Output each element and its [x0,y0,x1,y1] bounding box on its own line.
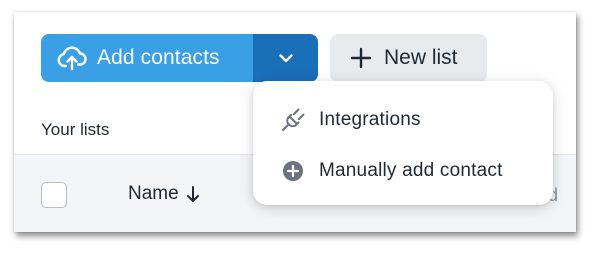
plug-icon [280,107,306,133]
menu-item-integrations-label: Integrations [319,109,421,130]
new-list-label: New list [384,46,458,69]
add-contacts-dropdown-menu: Integrations Manually add contact [253,81,553,205]
chevron-down-icon [277,49,295,67]
menu-item-manually-add-contact[interactable]: Manually add contact [253,148,553,194]
column-header-name[interactable]: Name [128,183,201,205]
column-header-name-label: Name [128,183,179,204]
add-contacts-split-button: Add contacts [41,34,318,82]
menu-item-integrations[interactable]: Integrations [253,97,553,143]
sort-arrow-down-icon [185,185,201,203]
menu-item-manually-add-contact-label: Manually add contact [319,160,503,181]
plus-icon [350,47,372,69]
new-list-button[interactable]: New list [330,34,487,82]
screen-frame: Add contacts New list Your lists Name In… [14,12,576,232]
add-contacts-dropdown-toggle[interactable] [253,34,318,82]
add-contacts-button[interactable]: Add contacts [41,34,253,82]
select-all-checkbox[interactable] [41,182,67,208]
cloud-upload-icon [55,41,89,75]
section-title: Your lists [41,120,110,139]
plus-circle-icon [280,158,306,184]
add-contacts-label: Add contacts [97,46,220,69]
